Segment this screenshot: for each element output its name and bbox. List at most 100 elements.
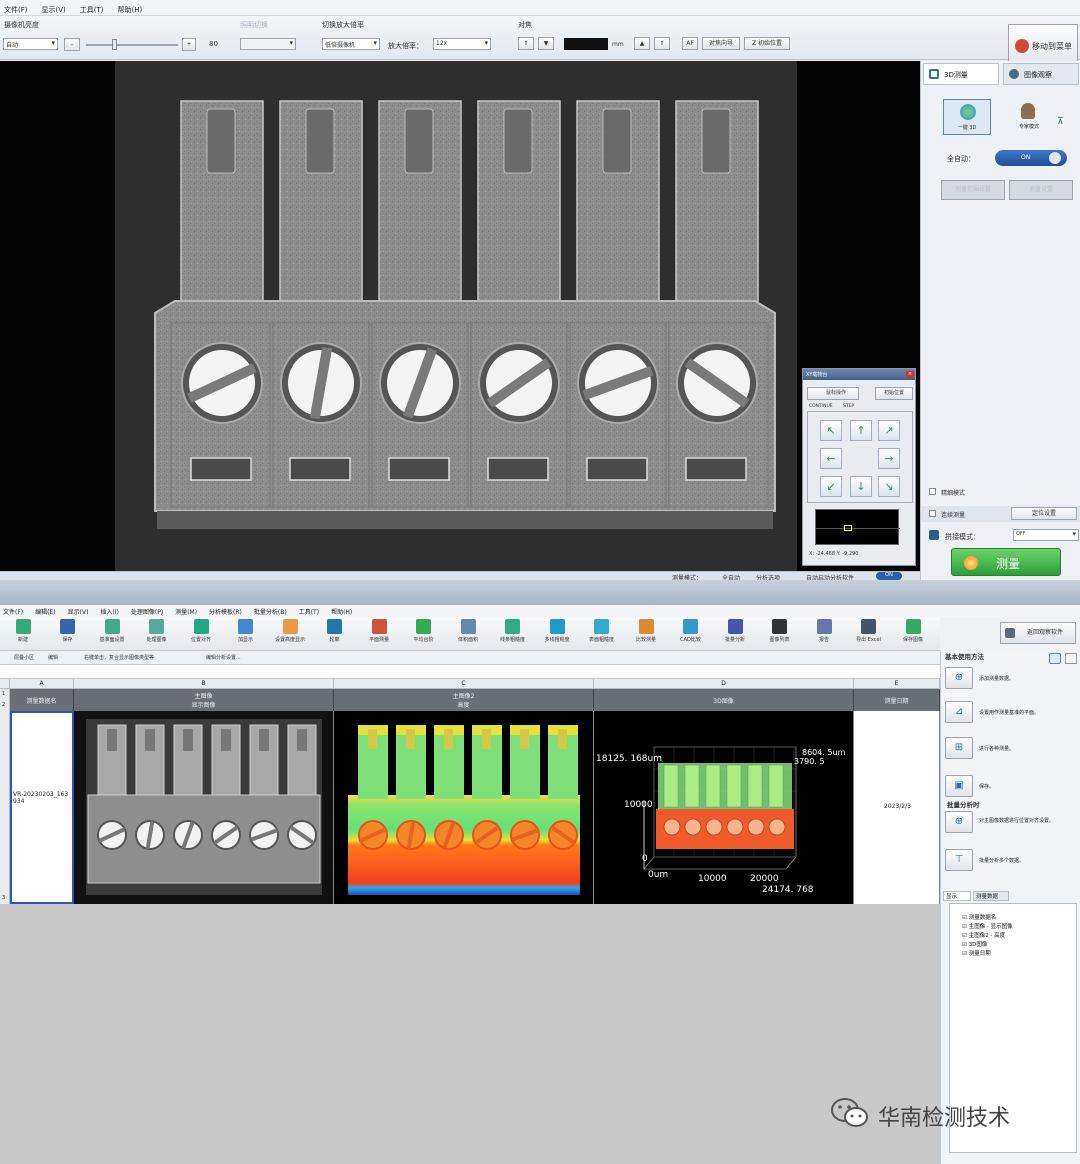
focus-fast-up-icon[interactable]: ⇑ xyxy=(654,37,670,50)
full-auto-toggle[interactable]: ON xyxy=(995,150,1067,166)
tool-icon[interactable]: ⊼ xyxy=(1057,117,1071,129)
expert-mode-button[interactable]: 专家模式 xyxy=(1005,99,1053,135)
continuous-checkbox[interactable] xyxy=(929,510,936,517)
batch-analysis-step-icon[interactable]: ⊤ xyxy=(945,849,973,871)
reference-plane-step-icon[interactable]: ⊿ xyxy=(945,701,973,723)
cell-date[interactable]: 2023/2/3 xyxy=(854,711,940,904)
jog-up-right-icon[interactable]: ↗ xyxy=(878,420,900,441)
toolbar-button[interactable]: 平面测量 xyxy=(358,619,400,649)
focus-value-field[interactable] xyxy=(564,38,608,50)
analysis-menu-item[interactable]: 处理图像(P) xyxy=(131,607,163,616)
tree-item-main-image[interactable]: ☑ 主图像 - 显示图像 xyxy=(962,922,1013,930)
toolbar-button[interactable]: 基准面设置 xyxy=(91,619,133,649)
tree-item-date[interactable]: ☑ 测量日期 xyxy=(962,949,991,957)
tab-measure-data[interactable]: 测量数据 xyxy=(973,891,1009,901)
toolbar-button[interactable]: 保存图像 xyxy=(892,619,934,649)
height-image-thumbnail[interactable] xyxy=(334,711,594,904)
position-settings-button[interactable]: 定位设置 xyxy=(1011,507,1077,520)
z-init-position-button[interactable]: Z 初始位置 xyxy=(744,37,790,50)
jog-down-right-icon[interactable]: ↘ xyxy=(878,476,900,497)
menu-tools[interactable]: 工具(T) xyxy=(80,5,104,15)
toolbar-button[interactable]: 比较测量 xyxy=(625,619,667,649)
toolbar-button[interactable]: 线条粗糙度 xyxy=(492,619,534,649)
analysis-menu-item[interactable]: 分析模板(R) xyxy=(209,607,242,616)
tab-step[interactable]: STEP xyxy=(843,404,854,409)
toolbar-button[interactable]: 图像列表 xyxy=(759,619,801,649)
analysis-menu-item[interactable]: 工具(T) xyxy=(299,607,319,616)
main-image-thumbnail[interactable] xyxy=(74,711,334,904)
return-observation-button[interactable]: 返回观察软件 xyxy=(1000,622,1076,644)
toolbar-button[interactable]: 加显示 xyxy=(225,619,267,649)
tree-item-data-name[interactable]: ☑ 测量数据名 xyxy=(962,913,996,921)
jog-down-left-icon[interactable]: ↙ xyxy=(820,476,842,497)
save-step-icon[interactable]: ▣ xyxy=(945,775,973,797)
row-number-1[interactable]: 1 xyxy=(2,691,5,697)
jog-left-icon[interactable]: ← xyxy=(820,448,842,469)
brightness-increase-button[interactable]: + xyxy=(182,38,196,51)
jog-up-left-icon[interactable]: ↖ xyxy=(820,420,842,441)
focus-down-icon[interactable]: ▼ xyxy=(538,37,554,50)
cell-data-name[interactable]: VR-20230203_163934 xyxy=(10,711,74,904)
tab-image-observe[interactable]: 图像观察 xyxy=(1003,63,1079,85)
menu-view[interactable]: 显示(V) xyxy=(42,5,66,15)
tree-item-3d-image[interactable]: ☑ 3D图像 xyxy=(962,940,987,948)
init-position-button[interactable]: 初始位置 xyxy=(875,387,913,400)
row-number-3[interactable]: 3 xyxy=(2,895,5,901)
analysis-menu-item[interactable]: 插入(I) xyxy=(100,607,118,616)
tree-item-main-image2[interactable]: ☑ 主图像2 - 高度 xyxy=(962,931,1005,939)
row-number-2[interactable]: 2 xyxy=(2,702,5,708)
toolbar-button[interactable]: 体积面积 xyxy=(447,619,489,649)
mouse-operation-button[interactable]: 鼠标操作 xyxy=(807,387,859,400)
brightness-decrease-button[interactable]: - xyxy=(64,38,80,51)
analysis-menu-item[interactable]: 批量分析(B) xyxy=(254,607,287,616)
position-align-step-icon[interactable]: ⊕ xyxy=(945,811,973,833)
analysis-menu-item[interactable]: 显示(V) xyxy=(68,607,89,616)
focus-guide-button[interactable]: 对焦向导 xyxy=(702,37,740,50)
analysis-menu-item[interactable]: 测量(M) xyxy=(175,607,197,616)
brightness-mode-select[interactable]: 自动 xyxy=(3,38,58,50)
focus-up-icon[interactable]: ⇑ xyxy=(518,37,534,50)
add-data-step-icon[interactable]: ⊕ xyxy=(945,667,973,689)
toolbar-button[interactable]: 表面粗糙度 xyxy=(581,619,623,649)
help-icon[interactable] xyxy=(1049,653,1061,664)
stage-position-map[interactable] xyxy=(815,509,900,545)
column-header-b[interactable]: B xyxy=(74,679,334,689)
column-header-a[interactable]: A xyxy=(10,679,74,689)
cascade-button[interactable]: 层叠小区 xyxy=(14,654,34,661)
column-header-c[interactable]: C xyxy=(334,679,594,689)
toolbar-button[interactable]: 位置对齐 xyxy=(180,619,222,649)
zoom-select[interactable]: 12x xyxy=(433,38,491,50)
tab-3d-measure[interactable]: 3D测量 xyxy=(923,63,999,85)
analysis-menu-item[interactable]: 帮助(H) xyxy=(331,607,352,616)
status-auto-launch-toggle[interactable]: ON xyxy=(876,572,902,580)
toolbar-button[interactable]: 保存 xyxy=(47,619,89,649)
toolbar-button[interactable]: 平均台阶 xyxy=(403,619,445,649)
tab-continue[interactable]: CONTINUE xyxy=(809,404,833,409)
menu-help[interactable]: 帮助(H) xyxy=(118,5,143,15)
toolbar-button[interactable]: 导出 Excel xyxy=(848,619,890,649)
one-click-3d-button[interactable]: 一键 3D xyxy=(943,99,991,135)
toolbar-button[interactable]: 批量分析 xyxy=(714,619,756,649)
close-icon[interactable]: × xyxy=(906,371,914,378)
toolbar-button[interactable]: 处理图像 xyxy=(136,619,178,649)
fine-mode-checkbox[interactable] xyxy=(929,488,936,495)
toolbar-button[interactable]: 设置高度显示 xyxy=(269,619,311,649)
analysis-menu-item[interactable]: 编辑(E) xyxy=(35,607,55,616)
column-header-d[interactable]: D xyxy=(594,679,854,689)
toolbar-button[interactable]: 多线粗糙度 xyxy=(536,619,578,649)
tab-display[interactable]: 显示 xyxy=(943,891,971,901)
jog-down-icon[interactable]: ↓ xyxy=(850,476,872,497)
collapse-icon[interactable] xyxy=(1065,653,1077,664)
toolbar-button[interactable]: CAD比较 xyxy=(670,619,712,649)
measure-step-icon[interactable]: ⊞ xyxy=(945,737,973,759)
toolbar-button[interactable]: 报告 xyxy=(803,619,845,649)
analysis-menu-item[interactable]: 文件(F) xyxy=(3,607,23,616)
af-button[interactable]: AF xyxy=(682,37,698,50)
jog-up-icon[interactable]: ↑ xyxy=(850,420,872,441)
formula-bar[interactable] xyxy=(0,665,940,679)
toolbar-button[interactable]: 轮廓 xyxy=(314,619,356,649)
column-header-e[interactable]: E xyxy=(854,679,940,689)
edit-analysis-settings-button[interactable]: 编辑分析设置... xyxy=(206,654,241,661)
focus-step-up-icon[interactable]: ▲ xyxy=(634,37,650,50)
measure-button[interactable]: 测量 xyxy=(951,548,1061,576)
